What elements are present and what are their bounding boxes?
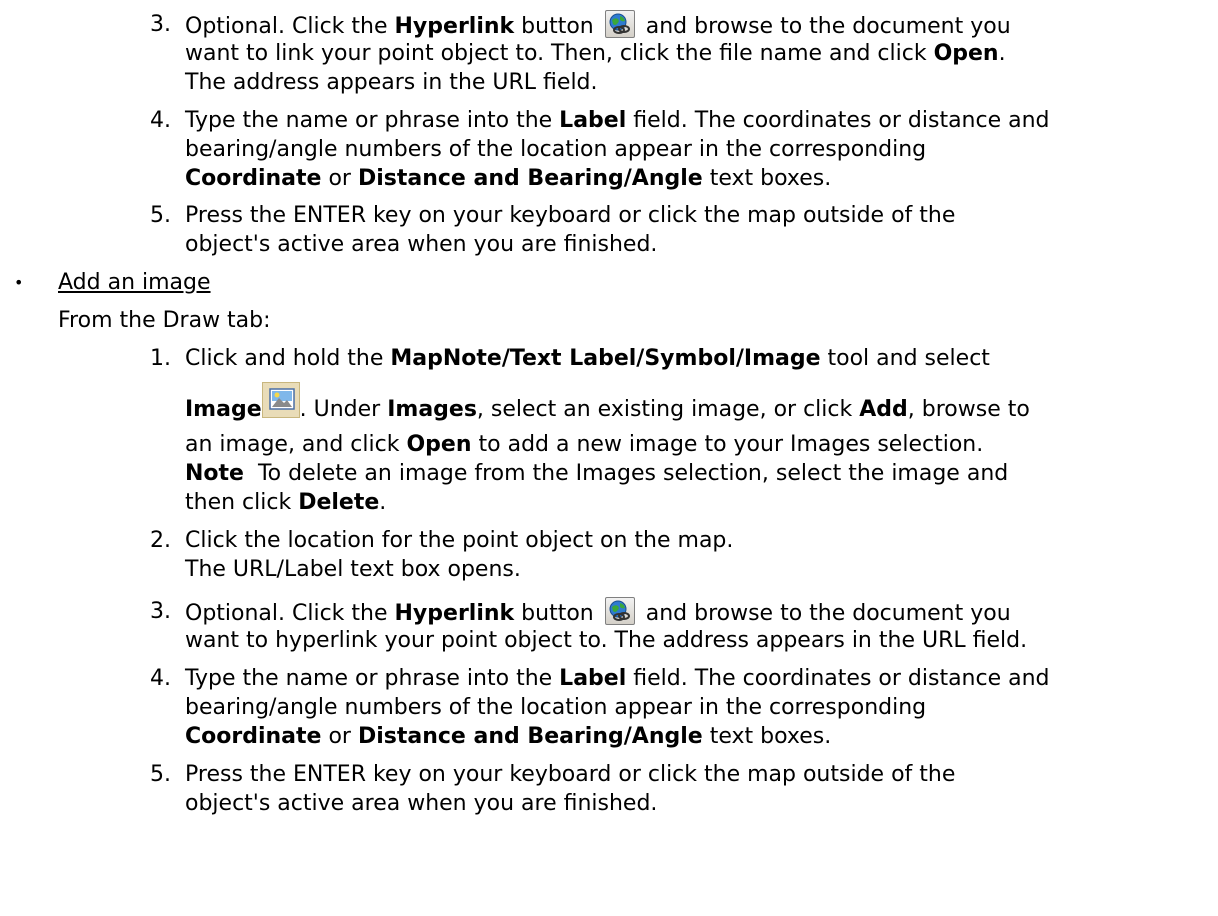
step-3-line-3: The address appears in the URL field. [185, 70, 598, 95]
hyperlink-button-icon [604, 597, 635, 625]
image-step-number-2: 2. [150, 528, 171, 553]
image-step-1-line-3: an image, and click Open to add a new im… [185, 432, 984, 457]
step-5-line-1: Press the ENTER key on your keyboard or … [185, 203, 956, 228]
add-an-image-link[interactable]: Add an image [58, 270, 211, 295]
bullet-marker: • [14, 273, 24, 292]
step-5-line-2: object's active area when you are finish… [185, 232, 658, 257]
from-draw-tab-text: From the Draw tab: [58, 308, 271, 333]
image-step-4-line-2: bearing/angle numbers of the location ap… [185, 695, 927, 720]
add-image-link-line: Add an image [58, 268, 211, 297]
help-page: 3. Optional. Click the Hyperlink button … [0, 0, 1218, 916]
image-tool-icon [261, 382, 300, 418]
step-4-line-1: Type the name or phrase into the Label f… [185, 108, 1050, 133]
image-step-4-line-3: Coordinate or Distance and Bearing/Angle… [185, 724, 832, 749]
image-step-3-line-2: want to hyperlink your point object to. … [185, 628, 1028, 653]
image-step-1-line-2: Image . Under Images, select an existing… [185, 382, 1030, 432]
image-step-number-3: 3. [150, 599, 171, 624]
step-3-line-1: Optional. Click the Hyperlink button and… [185, 10, 1011, 41]
image-step-4-line-1: Type the name or phrase into the Label f… [185, 666, 1050, 691]
image-step-5-line-2: object's active area when you are finish… [185, 791, 658, 816]
image-step-5-line-1: Press the ENTER key on your keyboard or … [185, 762, 956, 787]
image-step-number-4: 4. [150, 666, 171, 691]
image-step-1-line-5: then click Delete. [185, 490, 387, 515]
image-step-2-line-1: Click the location for the point object … [185, 528, 734, 553]
image-step-3-line-1: Optional. Click the Hyperlink button and… [185, 597, 1011, 628]
step-number-3: 3. [150, 12, 171, 37]
image-step-1-line-1: Click and hold the MapNote/Text Label/Sy… [185, 346, 990, 371]
step-4-line-3: Coordinate or Distance and Bearing/Angle… [185, 166, 832, 191]
hyperlink-button-icon [604, 10, 635, 38]
image-step-2-line-2: The URL/Label text box opens. [185, 557, 521, 582]
step-number-5: 5. [150, 203, 171, 228]
step-3-line-2: want to link your point object to. Then,… [185, 41, 1006, 66]
step-4-line-2: bearing/angle numbers of the location ap… [185, 137, 927, 162]
step-number-4: 4. [150, 108, 171, 133]
image-step-1-line-4: Note To delete an image from the Images … [185, 461, 1009, 486]
image-step-number-1: 1. [150, 346, 171, 371]
image-step-number-5: 5. [150, 762, 171, 787]
